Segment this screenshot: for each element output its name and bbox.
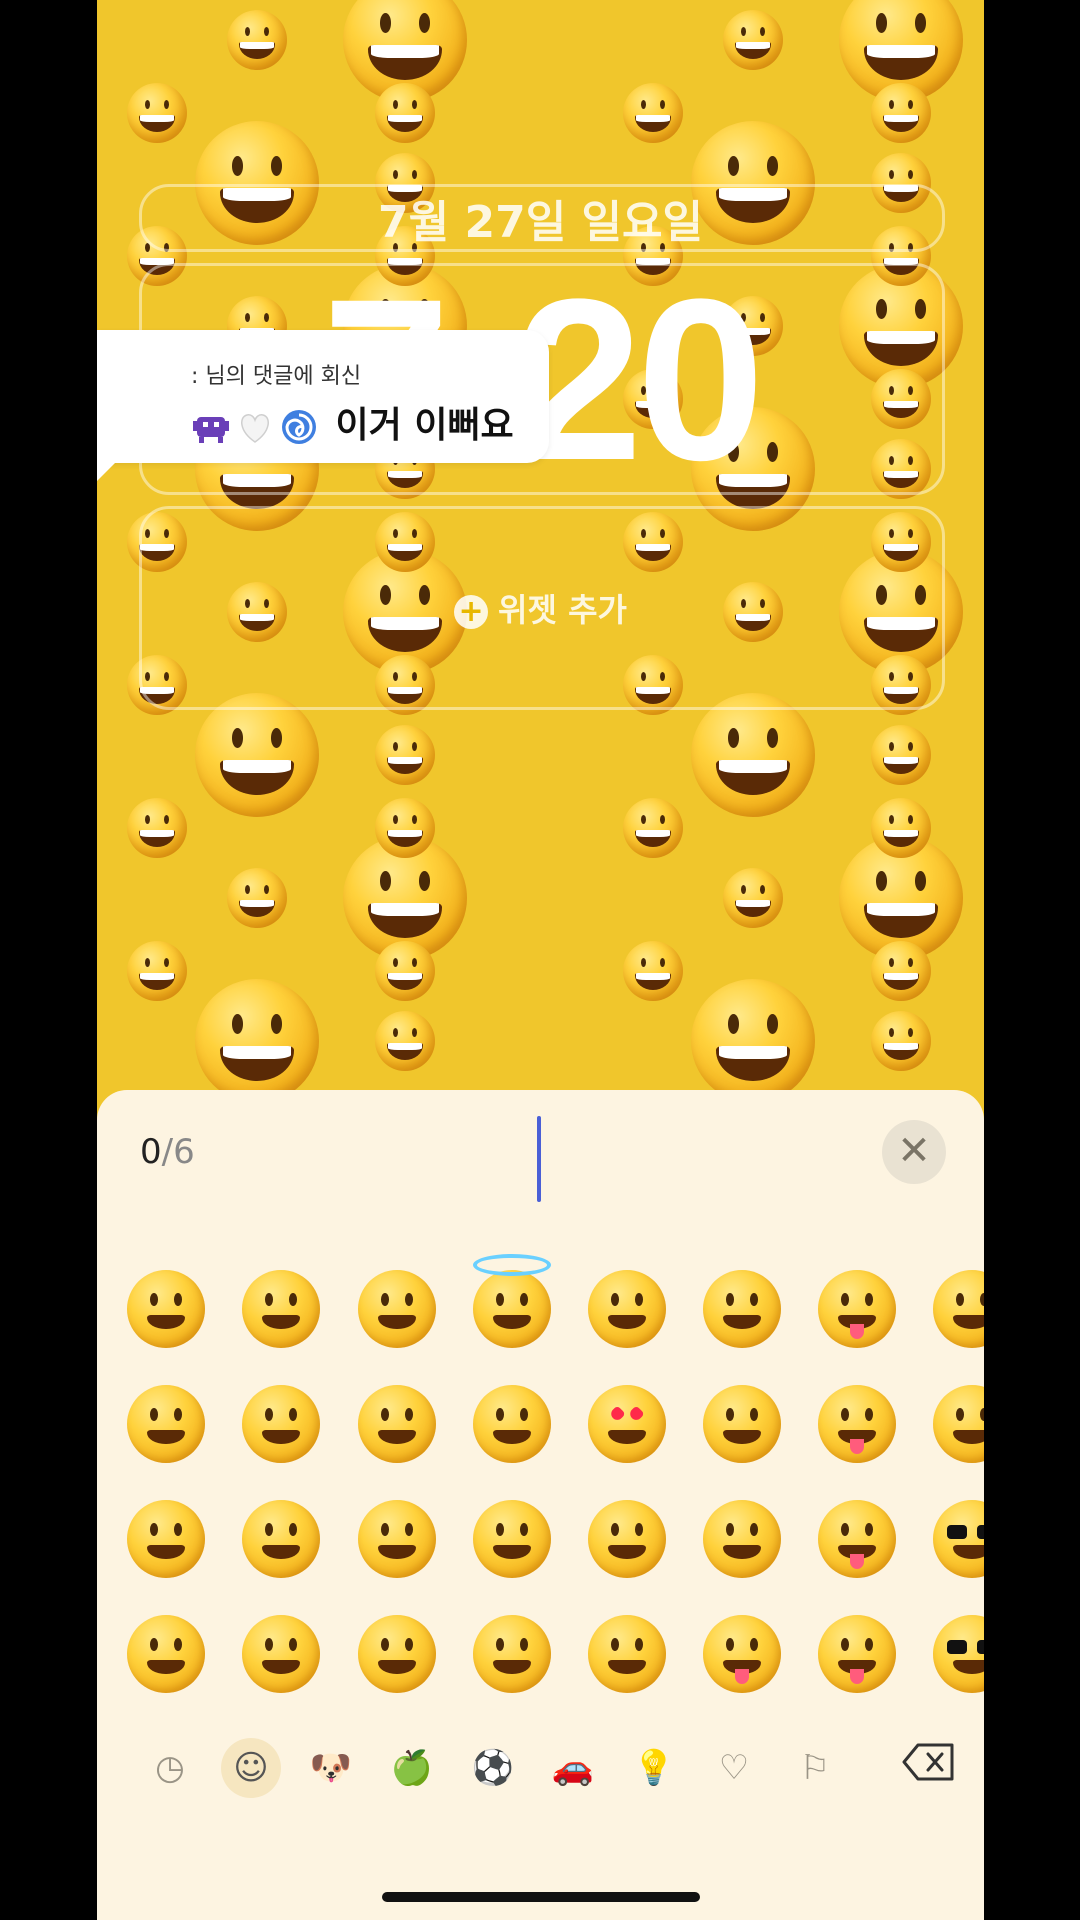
relieved-face-icon[interactable] xyxy=(588,1270,666,1348)
travel-car-icon[interactable]: 🚗 xyxy=(543,1738,603,1798)
wallpaper-smiley xyxy=(375,941,435,1001)
smiling-face-heart-eyes-icon[interactable] xyxy=(588,1385,666,1463)
smiling-face-icon[interactable] xyxy=(358,1500,436,1578)
wallpaper-smiley xyxy=(723,868,783,928)
home-indicator[interactable] xyxy=(382,1892,700,1902)
wallpaper-smiley xyxy=(623,83,683,143)
smileys-icon[interactable]: ☺ xyxy=(221,1738,281,1798)
wallpaper-smiley xyxy=(871,941,931,1001)
wallpaper-smiley xyxy=(227,868,287,928)
kissing-face-closed-eyes-icon[interactable] xyxy=(703,1500,781,1578)
wallpaper-smiley xyxy=(691,693,815,817)
face-savoring-food-icon[interactable] xyxy=(703,1615,781,1693)
wallpaper-smiley xyxy=(375,798,435,858)
add-widget-label: 위젯 추가 xyxy=(498,591,627,629)
nerd-face-icon[interactable] xyxy=(933,1500,984,1578)
reply-bubble: : 님의 댓글에 회신 이거 이뻐요 xyxy=(97,330,549,481)
rolling-laughing-face-icon[interactable] xyxy=(358,1270,436,1348)
phone-screen: 7월 27일 일요일 7:20 +위젯 추가 : 님의 댓글에 회신 이거 이뻐… xyxy=(97,0,984,1920)
wallpaper-smiley xyxy=(871,725,931,785)
slightly-smiling-face-icon[interactable] xyxy=(473,1385,551,1463)
wallpaper-smiley xyxy=(871,798,931,858)
holding-back-tears-face-icon[interactable] xyxy=(358,1385,436,1463)
close-icon: ✕ xyxy=(897,1128,931,1174)
objects-bulb-icon[interactable]: 💡 xyxy=(624,1738,684,1798)
wallpaper-smiley xyxy=(375,725,435,785)
kissing-face-icon[interactable] xyxy=(703,1270,781,1348)
raised-eyebrow-face-icon[interactable] xyxy=(933,1270,984,1348)
grinning-face-icon[interactable] xyxy=(127,1270,205,1348)
flags-icon[interactable]: ⚐ xyxy=(785,1738,845,1798)
reply-message-text: 이거 이뻐요 xyxy=(335,405,514,446)
winking-face-icon[interactable] xyxy=(473,1615,551,1693)
lock-date: 7월 27일 일요일 xyxy=(378,197,703,248)
emoji-picker-sheet: 0/6 ✕ ◷ ☺ 🐶 🍏 ⚽ 🚗 💡 ♡ ⚐ xyxy=(97,1090,984,1920)
reply-message-row: 이거 이뻐요 xyxy=(191,396,514,448)
smiling-face-hearts-icon[interactable] xyxy=(588,1500,666,1578)
grinning-face-big-eyes-icon[interactable] xyxy=(127,1385,205,1463)
beaming-face-icon[interactable] xyxy=(127,1500,205,1578)
pleading-face-icon[interactable] xyxy=(242,1385,320,1463)
alien-monster-icon xyxy=(193,417,229,443)
wallpaper-smiley xyxy=(623,941,683,1001)
wallpaper-smiley xyxy=(871,83,931,143)
symbols-heart-icon[interactable]: ♡ xyxy=(704,1738,764,1798)
clear-button[interactable]: ✕ xyxy=(882,1120,946,1184)
upside-down-face-icon[interactable] xyxy=(473,1500,551,1578)
wallpaper-smiley xyxy=(195,693,319,817)
wallpaper-smiley xyxy=(127,83,187,143)
kissing-face-smiling-eyes-icon[interactable] xyxy=(703,1385,781,1463)
smiling-face-with-halo-icon[interactable] xyxy=(473,1254,551,1348)
winking-face-tongue-icon[interactable] xyxy=(818,1500,896,1578)
plus-icon: + xyxy=(454,595,489,629)
zany-face-icon[interactable] xyxy=(818,1615,896,1693)
smiling-face-sunglasses-icon[interactable] xyxy=(933,1615,984,1693)
backspace-icon[interactable] xyxy=(902,1742,956,1782)
counter-max: /6 xyxy=(161,1132,195,1172)
face-with-monocle-icon[interactable] xyxy=(933,1385,984,1463)
wallpaper-smiley xyxy=(375,83,435,143)
wallpaper-smiley xyxy=(623,798,683,858)
wallpaper-smiley xyxy=(871,1011,931,1071)
food-apple-icon[interactable]: 🍏 xyxy=(382,1738,442,1798)
smiling-face-smiling-eyes-icon[interactable] xyxy=(358,1615,436,1693)
add-widget-button[interactable]: + 위젯 추가 xyxy=(97,585,984,631)
face-tears-of-joy-icon[interactable] xyxy=(242,1615,320,1693)
animals-icon[interactable]: 🐶 xyxy=(301,1738,361,1798)
white-heart-icon xyxy=(241,414,269,443)
emoji-grid xyxy=(97,1254,984,1750)
emoji-counter: 0/6 xyxy=(140,1132,195,1172)
wallpaper-smiley xyxy=(227,10,287,70)
face-blowing-kiss-icon[interactable] xyxy=(588,1615,666,1693)
emoji-category-bar: ◷ ☺ 🐶 🍏 ⚽ 🚗 💡 ♡ ⚐ xyxy=(97,1730,984,1800)
reply-subtitle: : 님의 댓글에 회신 xyxy=(191,364,362,389)
counter-current: 0 xyxy=(140,1132,162,1172)
wallpaper-smiley xyxy=(691,979,815,1100)
text-caret[interactable] xyxy=(537,1116,541,1202)
squinting-face-tongue-icon[interactable] xyxy=(818,1385,896,1463)
face-with-tongue-icon[interactable] xyxy=(818,1270,896,1348)
activity-ball-icon[interactable]: ⚽ xyxy=(463,1738,523,1798)
wallpaper-smiley xyxy=(127,798,187,858)
grinning-face-sweat-icon[interactable] xyxy=(242,1500,320,1578)
wallpaper-smiley xyxy=(127,941,187,1001)
wallpaper-smiley xyxy=(723,10,783,70)
wallpaper-smiley xyxy=(195,979,319,1100)
wallpaper-smiley xyxy=(375,1011,435,1071)
grinning-squinting-face-icon[interactable] xyxy=(242,1270,320,1348)
cyclone-icon xyxy=(282,410,316,444)
beaming-face-smiling-eyes-icon[interactable] xyxy=(127,1615,205,1693)
recent-clock-icon[interactable]: ◷ xyxy=(140,1738,200,1798)
